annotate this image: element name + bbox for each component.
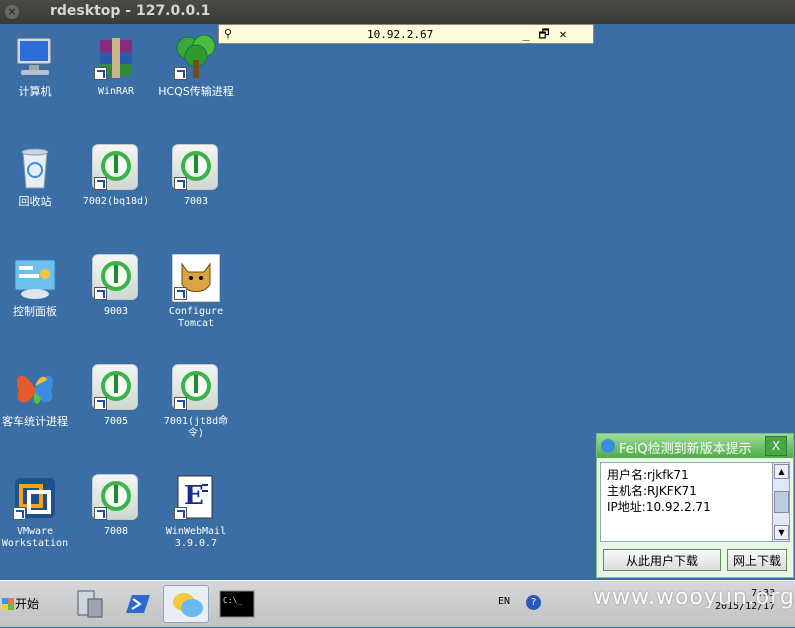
close-button[interactable]: ✕	[555, 26, 571, 42]
winrar-icon	[92, 34, 140, 82]
green-power-icon	[92, 364, 140, 412]
shortcut-arrow-icon	[174, 177, 187, 190]
shortcut-arrow-icon	[13, 507, 26, 520]
desktop-icon-vmware[interactable]: VMware Workstation	[0, 474, 75, 550]
desktop-icon-configure-tomcat[interactable]: Configure Tomcat	[156, 253, 236, 330]
vmware-icon	[11, 474, 59, 522]
minimize-button[interactable]: _	[518, 26, 534, 42]
desktop-icon-label: 计算机	[18, 85, 52, 98]
desktop-icon-7002[interactable]: 7002(bq18d)	[76, 144, 156, 208]
taskbar-cmd[interactable]: C:\_	[214, 585, 260, 623]
shortcut-arrow-icon	[94, 507, 107, 520]
shortcut-arrow-icon	[94, 287, 107, 300]
desktop-icon-label: Configure Tomcat	[168, 306, 224, 329]
desktop-icon-label: 7005	[103, 416, 129, 427]
desktop-icon-9003[interactable]: 9003	[76, 254, 156, 318]
hostname-line: 主机名:RJKFK71	[607, 484, 697, 498]
desktop-icon-label: 回收站	[18, 195, 52, 208]
tree-icon	[172, 34, 220, 82]
desktop-icon-label: WinWebMail 3.9.0.7	[165, 526, 227, 549]
feiq-icon	[601, 439, 615, 453]
download-online-button[interactable]: 网上下载	[727, 549, 787, 571]
desktop-icon-computer[interactable]: 计算机	[0, 34, 75, 98]
username-line: 用户名:rjkfk71	[607, 468, 689, 482]
green-power-icon	[92, 474, 140, 522]
desktop-icon-label: 控制面板	[13, 305, 57, 318]
scroll-up-icon[interactable]: ▲	[774, 464, 789, 479]
control-panel-icon	[11, 254, 59, 302]
popup-info-box: 用户名:rjkfk71 主机名:RJKFK71 IP地址:10.92.2.71 …	[600, 462, 790, 542]
pin-icon[interactable]: ⚲	[224, 27, 232, 40]
command-prompt-icon: C:\_	[219, 590, 255, 618]
desktop-icon-label: 客车统计进程	[2, 415, 68, 428]
computer-icon	[11, 34, 59, 82]
start-label: 开始	[15, 597, 40, 611]
winwebmail-icon: E	[172, 474, 220, 522]
desktop-icon-recycle-bin[interactable]: 回收站	[0, 144, 75, 208]
desktop-icon-label: 7001(jt8d命 令)	[163, 416, 229, 439]
connection-ip: 10.92.2.67	[367, 28, 434, 41]
shortcut-arrow-icon	[174, 507, 187, 520]
tomcat-icon	[171, 253, 221, 303]
desktop-icon-label: 9003	[103, 306, 129, 317]
recycle-bin-icon	[11, 144, 59, 192]
svg-text:C:\_: C:\_	[223, 596, 242, 605]
popup-scrollbar[interactable]: ▲ ▼	[772, 463, 789, 541]
desktop-icon-7001[interactable]: 7001(jt8d命 令)	[156, 364, 236, 440]
desktop-icon-7005[interactable]: 7005	[76, 364, 156, 428]
restore-button[interactable]: 🗗	[536, 26, 552, 42]
taskbar-feiq[interactable]	[163, 585, 209, 623]
rdesktop-connection-bar: ⚲ 10.92.2.67 _ 🗗 ✕	[218, 24, 594, 44]
desktop-icon-control-panel[interactable]: 控制面板	[0, 254, 75, 318]
desktop-icon-7008[interactable]: 7008	[76, 474, 156, 538]
language-indicator[interactable]: EN	[498, 596, 510, 607]
windows-logo-icon	[2, 598, 14, 610]
desktop-icon-label: HCQS传输进程	[158, 85, 234, 98]
close-icon[interactable]: ×	[5, 5, 19, 19]
desktop-icon-label: 7002(bq18d)	[82, 196, 150, 207]
desktop-icon-label: 7003	[183, 196, 209, 207]
shortcut-arrow-icon	[174, 397, 187, 410]
popup-close-button[interactable]: X	[765, 436, 787, 456]
scroll-thumb[interactable]	[774, 491, 789, 513]
desktop-icon-label: WinRAR	[97, 86, 135, 97]
help-icon[interactable]: ?	[526, 595, 541, 610]
feiq-update-popup: FeiQ检测到新版本提示 X 用户名:rjkfk71 主机名:RJKFK71 I…	[596, 433, 794, 578]
taskbar-powershell[interactable]	[114, 585, 160, 623]
powershell-icon	[126, 595, 150, 613]
window-title: rdesktop - 127.0.0.1	[50, 3, 211, 19]
shortcut-arrow-icon	[174, 67, 187, 80]
scroll-down-icon[interactable]: ▼	[774, 525, 789, 540]
green-power-icon	[92, 254, 140, 302]
shortcut-arrow-icon	[94, 397, 107, 410]
start-button[interactable]: 开始	[0, 590, 44, 618]
desktop-icon-winwebmail[interactable]: E WinWebMail 3.9.0.7	[156, 474, 236, 550]
feiq-chat-icon	[173, 593, 203, 617]
desktop-icon-label: 7008	[103, 526, 129, 537]
server-manager-icon	[77, 590, 103, 618]
green-power-icon	[172, 144, 220, 192]
taskbar-server-manager[interactable]	[66, 585, 112, 623]
shortcut-arrow-icon	[94, 67, 107, 80]
green-power-icon	[92, 144, 140, 192]
outer-window-titlebar: × rdesktop - 127.0.0.1	[0, 0, 795, 24]
desktop-icon-label: VMware Workstation	[1, 526, 69, 549]
desktop-icon-7003[interactable]: 7003	[156, 144, 236, 208]
shortcut-arrow-icon	[174, 287, 187, 300]
green-power-icon	[172, 364, 220, 412]
download-from-user-button[interactable]: 从此用户下载	[603, 549, 721, 571]
popup-header: FeiQ检测到新版本提示 X	[597, 434, 793, 458]
desktop-icon-winrar[interactable]: WinRAR	[76, 34, 156, 98]
watermark: www.wooyun.org	[593, 585, 795, 610]
butterfly-icon	[11, 364, 59, 412]
desktop-icon-bus-stats[interactable]: 客车统计进程	[0, 364, 75, 428]
shortcut-arrow-icon	[94, 177, 107, 190]
ip-line: IP地址:10.92.2.71	[607, 500, 711, 514]
popup-title: FeiQ检测到新版本提示	[619, 442, 752, 457]
